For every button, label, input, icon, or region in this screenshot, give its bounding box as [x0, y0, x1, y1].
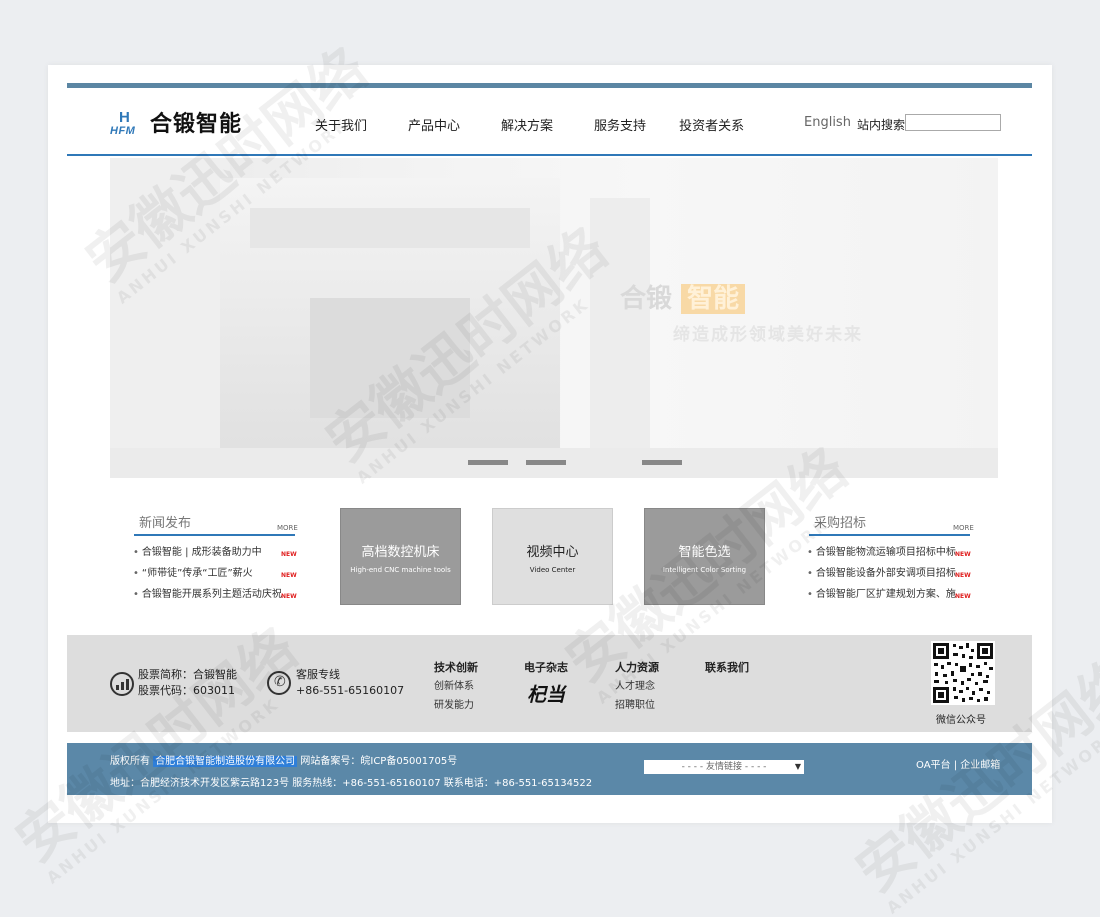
slide-dot-1[interactable] [468, 460, 508, 465]
procurement-underline [809, 534, 970, 536]
tile-cnc[interactable]: 高档数控机床 High-end CNC machine tools [340, 508, 461, 605]
banner-machine-image [220, 178, 560, 458]
slide-dot-3[interactable] [642, 460, 682, 465]
hotline-info: 客服专线 +86-551-65160107 [296, 668, 405, 697]
nav-support[interactable]: 服务支持 [594, 115, 646, 134]
search-input[interactable] [905, 114, 1001, 131]
banner-slogan: 合锻 智能 [620, 278, 746, 315]
news-list: 合锻智能 | 成形装备助力中NEW “师带徒”传承“工匠”薪火NEW 合锻智能开… [133, 545, 297, 608]
link-jobs[interactable]: 招聘职位 [615, 696, 655, 715]
hr-title: 人力资源 [615, 661, 659, 674]
procurement-more-link[interactable]: MORE [953, 524, 974, 532]
oa-link[interactable]: OA平台 [916, 760, 951, 771]
banner-pillar [110, 158, 230, 478]
chevron-down-icon: ▼ [794, 762, 801, 771]
company-name[interactable]: 合肥合锻智能制造股份有限公司 [153, 756, 298, 767]
procurement-item[interactable]: 合锻智能厂区扩建规划方案、施NEW [807, 587, 971, 608]
tech-innovation-title: 技术创新 [434, 661, 478, 674]
news-item[interactable]: “师带徒”传承“工匠”薪火NEW [133, 566, 297, 587]
emagazine-logo[interactable]: 杞当 [527, 680, 565, 707]
nav-products[interactable]: 产品中心 [408, 115, 460, 134]
friend-links-select[interactable]: - - - - 友情链接 - - - - ▼ [644, 760, 804, 774]
emagazine-title: 电子杂志 [524, 661, 568, 674]
news-item[interactable]: 合锻智能 | 成形装备助力中NEW [133, 545, 297, 566]
link-innovation-system[interactable]: 创新体系 [434, 677, 474, 696]
banner-slogan-line2: 缔造成形领域美好未来 [673, 325, 863, 345]
wechat-qr-code [931, 641, 995, 705]
procurement-list: 合锻智能物流运输项目招标中标NEW 合锻智能设备外部安调项目招标NEW 合锻智能… [807, 545, 971, 608]
slide-indicators [468, 460, 700, 465]
news-item[interactable]: 合锻智能开展系列主题活动庆祝NEW [133, 587, 297, 608]
logo-text: 合锻智能 [150, 112, 243, 137]
info-strip: 股票简称：合锻智能 股票代码：603011 ✆ 客服专线 +86-551-651… [67, 635, 1032, 732]
nav-solutions[interactable]: 解决方案 [501, 115, 553, 134]
nav-about[interactable]: 关于我们 [315, 115, 367, 134]
stock-chart-icon [110, 672, 134, 696]
page-container: H HFM 合锻智能 关于我们 产品中心 解决方案 服务支持 投资者关系 Eng… [48, 65, 1052, 823]
address-line: 地址：合肥经济技术开发区紫云路123号 服务热线：+86-551-6516010… [110, 778, 593, 789]
tile-video[interactable]: 视频中心 Video Center [492, 508, 613, 605]
mail-link[interactable]: 企业邮箱 [960, 760, 1000, 771]
nav-investors[interactable]: 投资者关系 [679, 115, 744, 134]
language-link[interactable]: English [804, 115, 851, 130]
banner-pillar-right [590, 198, 650, 468]
tile-color-sorting[interactable]: 智能色选 Intelligent Color Sorting [644, 508, 765, 605]
link-rd-capability[interactable]: 研发能力 [434, 696, 474, 715]
phone-icon: ✆ [267, 671, 291, 695]
site-footer: 版权所有 合肥合锻智能制造股份有限公司 网站备案号：皖ICP备05001705号… [67, 743, 1032, 795]
site-header: H HFM 合锻智能 关于我们 产品中心 解决方案 服务支持 投资者关系 Eng… [67, 88, 1032, 156]
link-talent-concept[interactable]: 人才理念 [615, 677, 655, 696]
contact-title[interactable]: 联系我们 [705, 659, 749, 675]
footer-links: OA平台 | 企业邮箱 [916, 760, 1001, 771]
logo[interactable]: H HFM 合锻智能 [110, 106, 242, 138]
news-underline [134, 534, 295, 536]
hfm-logo-icon: H HFM [110, 109, 136, 137]
hr-links: 人才理念 招聘职位 [615, 677, 655, 715]
search-label: 站内搜索 [857, 118, 906, 132]
wechat-label: 微信公众号 [936, 715, 986, 726]
procurement-item[interactable]: 合锻智能物流运输项目招标中标NEW [807, 545, 971, 566]
procurement-item[interactable]: 合锻智能设备外部安调项目招标NEW [807, 566, 971, 587]
stock-info: 股票简称：合锻智能 股票代码：603011 [138, 668, 237, 697]
hero-banner: 合锻 智能 缔造成形领域美好未来 [110, 158, 998, 478]
main-nav: 关于我们 产品中心 解决方案 服务支持 投资者关系 [315, 115, 785, 134]
news-heading: 新闻发布 [139, 516, 192, 531]
news-more-link[interactable]: MORE [277, 524, 298, 532]
tech-innovation-links: 创新体系 研发能力 [434, 677, 474, 715]
slide-dot-2[interactable] [526, 460, 566, 465]
procurement-heading: 采购招标 [814, 516, 867, 531]
copyright-line: 版权所有 合肥合锻智能制造股份有限公司 网站备案号：皖ICP备05001705号 [110, 756, 458, 767]
